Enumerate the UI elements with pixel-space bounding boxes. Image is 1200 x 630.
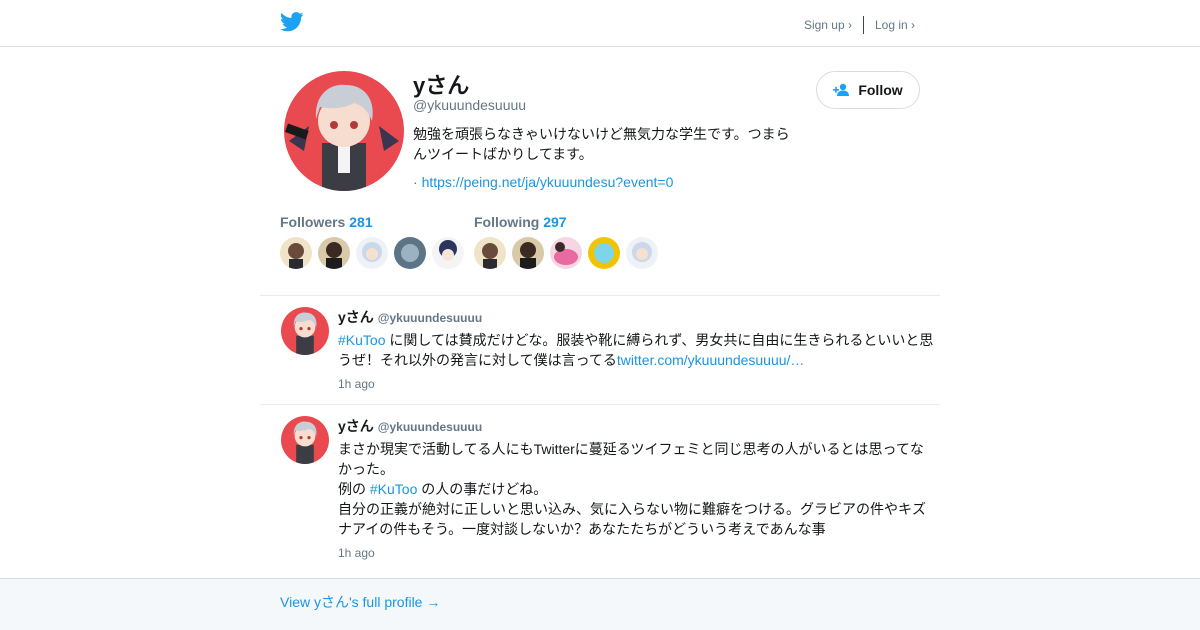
full-profile-link[interactable]: View yさん's full profile →	[280, 592, 440, 612]
follow-label: Follow	[858, 82, 903, 98]
following-avatar[interactable]	[626, 237, 658, 269]
tweet-author-handle[interactable]: @ykuuundesuuuu	[378, 420, 482, 434]
tweet-header: yさん @ykuuundesuuuu	[338, 416, 482, 436]
profile-name: yさん	[413, 73, 470, 98]
tweet-line: 例の #KuToo の人の事だけどね。	[338, 479, 934, 499]
profile-avatar[interactable]	[284, 71, 404, 191]
follower-avatar[interactable]	[432, 237, 464, 269]
tweet-author-handle[interactable]: @ykuuundesuuuu	[378, 311, 482, 325]
follower-avatar[interactable]	[394, 237, 426, 269]
add-user-icon	[833, 83, 850, 96]
followers-stat[interactable]: Followers 281	[280, 214, 373, 230]
tweet-text: まさか現実で活動してる人にもTwitterに蔓延るツイフェミと同じ思考の人がいる…	[338, 439, 934, 539]
follower-avatar[interactable]	[280, 237, 312, 269]
profile-bio: 勉強を頑張らなきゃいけないけど無気力な学生です。つまらんツイートばかりしてます。	[413, 126, 790, 162]
top-bar: Sign up › Log in ›	[0, 0, 1200, 47]
top-nav: Sign up › Log in ›	[804, 16, 915, 34]
tweet-line: まさか現実で活動してる人にもTwitterに蔓延るツイフェミと同じ思考の人がいる…	[338, 441, 924, 477]
tweet-avatar[interactable]	[281, 307, 329, 355]
tweet-text: #KuToo に関しては賛成だけどな。服装や靴に縛られず、男女共に自由に生きられ…	[338, 330, 934, 370]
following-avatar[interactable]	[550, 237, 582, 269]
tweet-text-segment: の人の事だけどね。	[417, 481, 548, 497]
nav-divider	[862, 16, 864, 34]
follow-button[interactable]: Follow	[816, 71, 920, 109]
profile-url[interactable]: https://peing.net/ja/ykuuundesu?event=0	[422, 174, 674, 190]
url-prefix: ·	[413, 174, 418, 190]
section-divider	[260, 295, 940, 296]
tweet-divider	[260, 404, 940, 405]
signup-link[interactable]: Sign up ›	[804, 18, 852, 32]
tweet-line: 自分の正義が絶対に正しいと思い込み、気に入らない物に難癖をつける。グラビアの件や…	[338, 501, 926, 537]
following-count: 297	[543, 214, 567, 230]
tweet-link[interactable]: twitter.com/ykuuundesuuuu/…	[617, 352, 805, 368]
profile-url-line: · https://peing.net/ja/ykuuundesu?event=…	[413, 174, 673, 190]
followers-count: 281	[349, 214, 373, 230]
following-avatar[interactable]	[588, 237, 620, 269]
tweet-author-name[interactable]: yさん	[338, 309, 374, 325]
footer-bar: View yさん's full profile →	[0, 578, 1200, 630]
profile-handle: @ykuuundesuuuu	[413, 97, 527, 113]
tweet-timestamp[interactable]: 1h ago	[338, 546, 375, 560]
tweet-header: yさん @ykuuundesuuuu	[338, 307, 482, 327]
tweet-text-segment: 例の	[338, 481, 370, 497]
following-avatar[interactable]	[512, 237, 544, 269]
login-link[interactable]: Log in ›	[875, 18, 915, 32]
hashtag-link[interactable]: #KuToo	[370, 481, 417, 497]
follower-avatar[interactable]	[318, 237, 350, 269]
tweet-timestamp[interactable]: 1h ago	[338, 377, 375, 391]
following-label: Following	[474, 214, 540, 230]
following-avatar[interactable]	[474, 237, 506, 269]
twitter-bird-icon[interactable]	[280, 12, 304, 32]
tweet-author-name[interactable]: yさん	[338, 418, 374, 434]
tweet-avatar[interactable]	[281, 416, 329, 464]
followers-avatars	[280, 237, 464, 269]
hashtag-link[interactable]: #KuToo	[338, 332, 385, 348]
follower-avatar[interactable]	[356, 237, 388, 269]
following-avatars	[474, 237, 658, 269]
following-stat[interactable]: Following 297	[474, 214, 567, 230]
followers-label: Followers	[280, 214, 346, 230]
